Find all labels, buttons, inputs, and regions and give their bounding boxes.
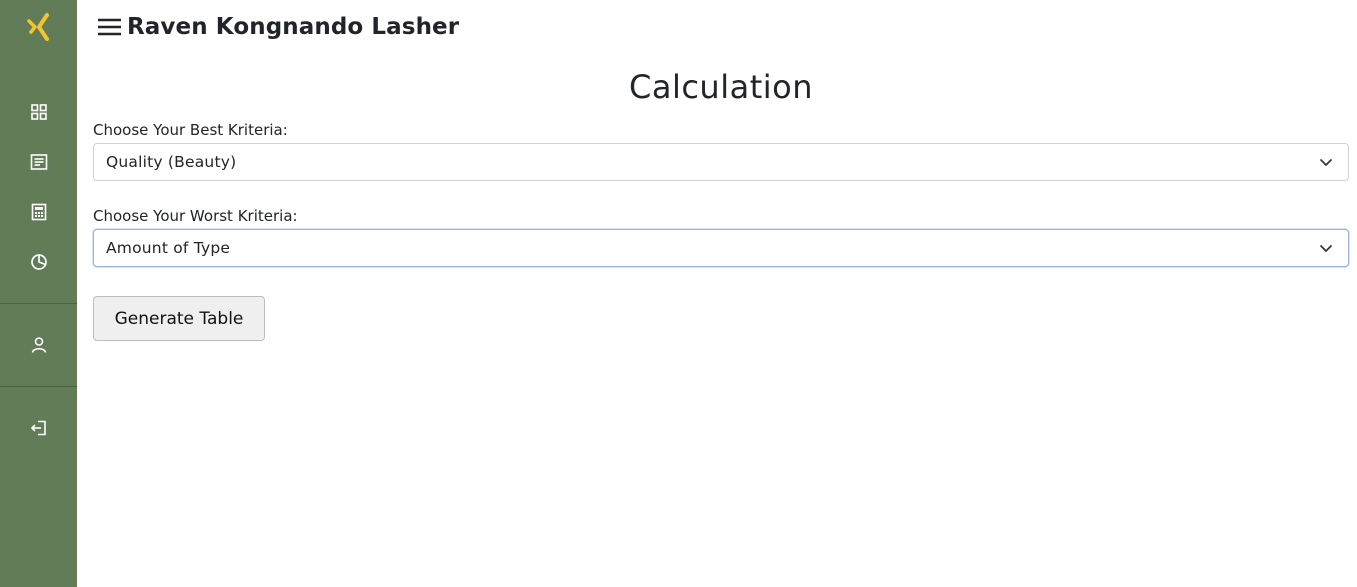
sidebar-divider — [0, 386, 77, 387]
page-title: Calculation — [628, 68, 813, 106]
sidebar-item-dashboard[interactable] — [0, 94, 77, 130]
sidebar — [0, 0, 77, 587]
sidebar-item-logout[interactable] — [0, 410, 77, 446]
sidebar-item-report[interactable] — [0, 244, 77, 280]
best-kriteria-value: Quality (Beauty) — [106, 153, 237, 171]
document-list-icon — [30, 154, 47, 170]
sidebar-item-documents[interactable] — [0, 144, 77, 180]
app-title: Raven Kongnando Lasher — [127, 14, 460, 40]
generate-table-button[interactable]: Generate Table — [93, 296, 265, 341]
dashboard-grid-icon — [30, 104, 47, 120]
sidebar-divider — [0, 303, 77, 304]
hamburger-menu-icon — [98, 18, 121, 36]
worst-kriteria-label: Choose Your Worst Kriteria: — [93, 207, 298, 225]
user-icon — [31, 337, 46, 353]
worst-kriteria-value: Amount of Type — [106, 239, 231, 257]
sidebar-item-calculation[interactable] — [0, 194, 77, 230]
logo-icon[interactable] — [0, 8, 77, 46]
worst-kriteria-select[interactable]: Amount of Type — [93, 229, 1349, 267]
chevron-down-icon — [1320, 245, 1332, 252]
sidebar-item-profile[interactable] — [0, 327, 77, 363]
calculator-icon — [31, 203, 46, 221]
chevron-down-icon — [1320, 159, 1332, 166]
best-kriteria-label: Choose Your Best Kriteria: — [93, 121, 288, 139]
pie-chart-icon — [30, 254, 47, 270]
top-bar: Raven Kongnando Lasher — [94, 8, 459, 46]
best-kriteria-select[interactable]: Quality (Beauty) — [93, 143, 1349, 181]
logout-icon — [30, 420, 46, 436]
menu-toggle-button[interactable] — [94, 12, 124, 42]
